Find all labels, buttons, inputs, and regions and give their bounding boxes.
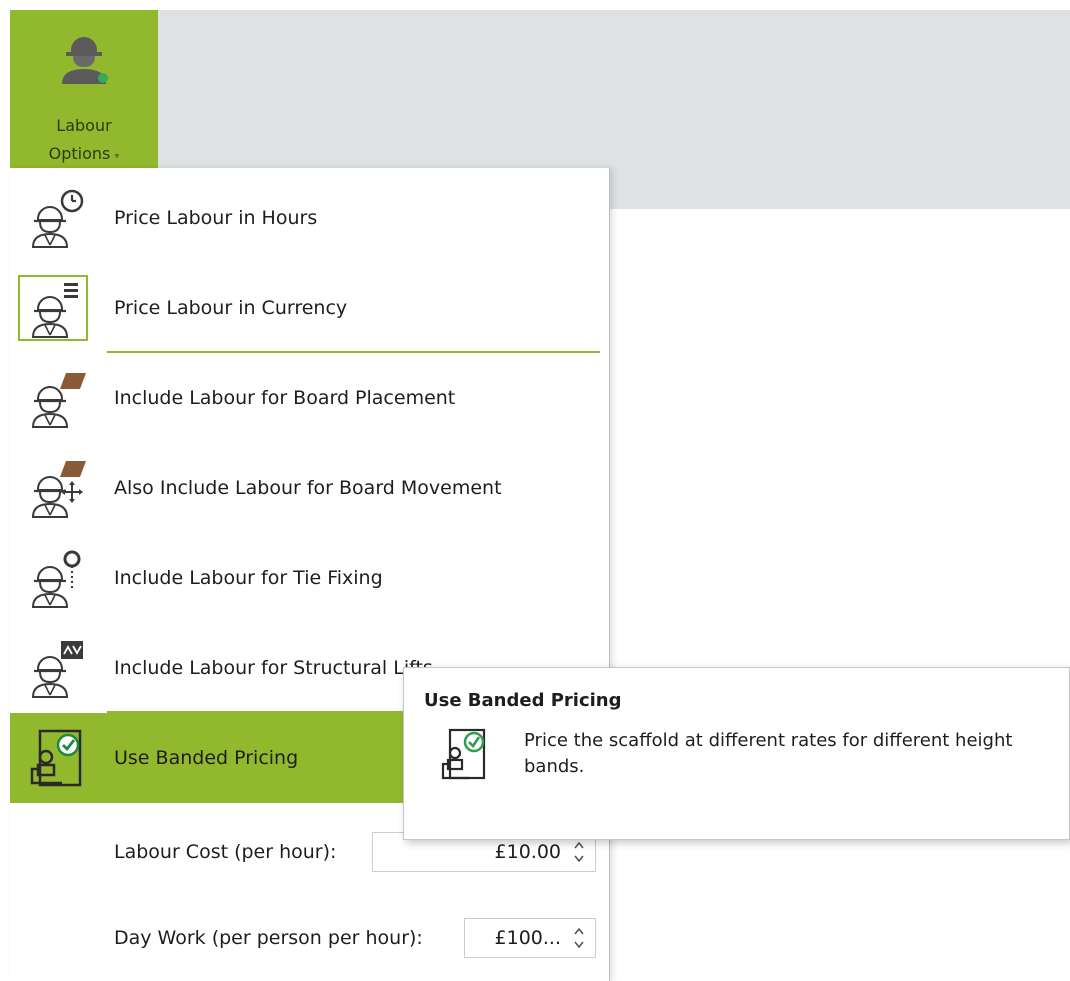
worker-clock-icon xyxy=(18,185,88,251)
menu-item-tie-fixing[interactable]: Include Labour for Tie Fixing xyxy=(10,533,608,623)
menu-item-label: Include Labour for Board Placement xyxy=(114,387,456,409)
day-work-stepper[interactable]: £100... xyxy=(464,918,596,958)
worker-currency-icon xyxy=(18,275,88,341)
menu-item-label: Price Labour in Currency xyxy=(114,297,348,319)
spin-arrows-icon[interactable] xyxy=(569,923,589,953)
menu-item-price-labour-currency[interactable]: Price Labour in Currency xyxy=(10,263,608,353)
banded-pricing-icon xyxy=(432,726,488,786)
labour-options-button[interactable]: Labour Options ▾ xyxy=(10,10,158,168)
chevron-down-icon: ▾ xyxy=(114,151,120,162)
menu-item-label: Include Labour for Structural Lifts xyxy=(114,657,433,679)
tooltip-title: Use Banded Pricing xyxy=(424,690,622,711)
day-work-row: Day Work (per person per hour): £100... xyxy=(10,913,608,963)
worker-lifts-icon xyxy=(18,635,88,701)
ribbon-left-edge xyxy=(0,10,10,209)
menu-item-price-labour-hours[interactable]: Price Labour in Hours xyxy=(10,173,608,263)
menu-item-label: Use Banded Pricing xyxy=(114,747,299,769)
labour-options-label-text: Options xyxy=(48,144,111,163)
menu-item-label: Also Include Labour for Board Movement xyxy=(114,477,502,499)
menu-item-label: Include Labour for Tie Fixing xyxy=(114,567,383,589)
worker-board-move-icon xyxy=(18,455,88,521)
labour-cost-label: Labour Cost (per hour): xyxy=(114,841,337,863)
worker-icon xyxy=(54,28,114,86)
menu-item-label: Price Labour in Hours xyxy=(114,207,318,229)
menu-item-board-placement[interactable]: Include Labour for Board Placement xyxy=(10,353,608,443)
banded-pricing-tooltip: Use Banded Pricing Price the scaffold at… xyxy=(403,667,1070,840)
spin-arrows-icon[interactable] xyxy=(569,837,589,867)
labour-options-menu: Price Labour in Hours Price Labour in Cu… xyxy=(10,168,610,981)
day-work-label: Day Work (per person per hour): xyxy=(114,927,423,949)
worker-board-icon xyxy=(18,365,88,431)
worker-tie-icon xyxy=(18,545,88,611)
tooltip-description: Price the scaffold at different rates fo… xyxy=(524,730,1013,777)
menu-item-board-movement[interactable]: Also Include Labour for Board Movement xyxy=(10,443,608,533)
labour-options-label-line1: Labour xyxy=(56,116,112,135)
labour-options-label-line2: Options ▾ xyxy=(10,144,158,163)
day-work-value: £100... xyxy=(494,927,561,949)
banded-pricing-icon xyxy=(18,725,88,791)
